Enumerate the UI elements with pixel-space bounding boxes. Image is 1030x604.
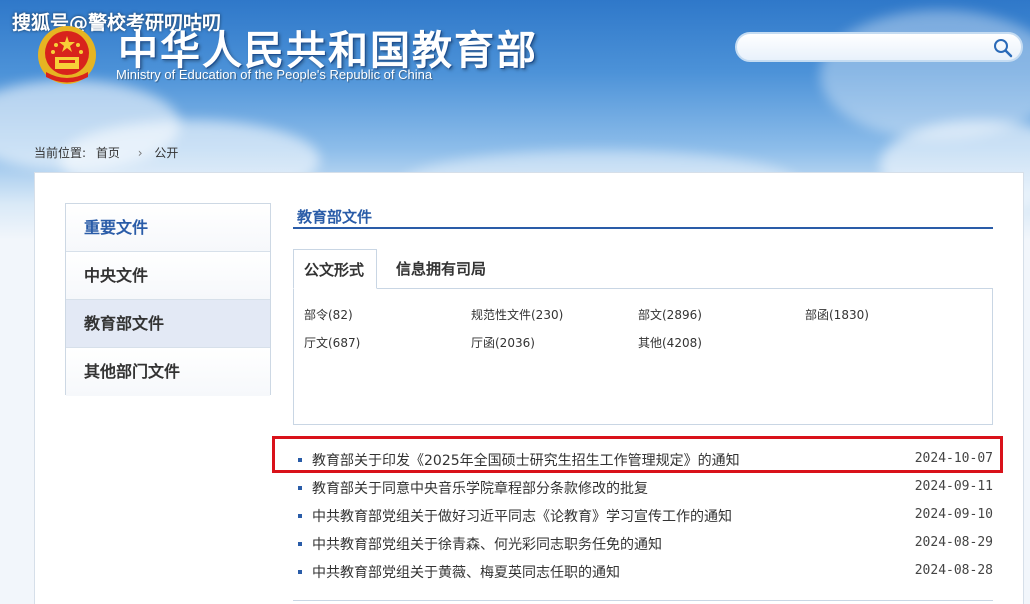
sidebar-item-important-documents[interactable]: 重要文件 [66,204,270,252]
breadcrumb-current: 公开 [154,146,179,160]
filter-link[interactable]: 厅文(687) [304,334,360,351]
filter-link[interactable]: 部文(2896) [638,306,702,323]
sidebar-item-central-documents[interactable]: 中央文件 [66,252,270,300]
chevron-right-icon: › [137,146,143,160]
document-title-link[interactable]: 中共教育部党组关于做好习近平同志《论教育》学习宣传工作的通知 [312,506,732,526]
search-icon[interactable] [993,38,1013,58]
document-row: 中共教育部党组关于徐青森、何光彩同志职务任免的通知 2024-08-29 [297,533,993,555]
document-date: 2024-09-10 [914,507,993,522]
breadcrumb-home-link[interactable]: 首页 [96,146,120,160]
national-emblem-icon [38,26,96,84]
document-title-link[interactable]: 教育部关于同意中央音乐学院章程部分条款修改的批复 [312,478,648,498]
filter-box: 部令(82) 规范性文件(230) 部文(2896) 部函(1830) 厅文(6… [293,288,993,425]
tab-responsible-department[interactable]: 信息拥有司局 [386,249,506,289]
filter-link[interactable]: 部令(82) [304,306,353,323]
document-date: 2024-08-28 [914,563,993,578]
filter-link[interactable]: 规范性文件(230) [471,306,563,323]
bullet-icon [298,570,302,574]
highlight-box [272,436,1003,473]
tab-document-form[interactable]: 公文形式 [293,249,377,289]
breadcrumb: 当前位置: 首页 › 公开 [34,144,184,161]
sidebar-item-other-department-documents[interactable]: 其他部门文件 [66,348,270,396]
search-input[interactable] [749,37,989,57]
document-row: 中共教育部党组关于黄薇、梅夏英同志任职的通知 2024-08-28 [297,561,993,583]
sidebar: 重要文件 中央文件 教育部文件 其他部门文件 [65,203,271,396]
breadcrumb-label: 当前位置: [34,146,87,160]
search-box[interactable] [735,32,1023,62]
document-date: 2024-08-29 [914,535,993,550]
site-subtitle: Ministry of Education of the People's Re… [116,67,433,82]
filter-link[interactable]: 部函(1830) [805,306,869,323]
sidebar-item-ministry-documents[interactable]: 教育部文件 [66,300,270,348]
list-divider [293,600,993,601]
section-title: 教育部文件 [297,208,373,226]
document-date: 2024-09-11 [914,479,993,494]
filter-link[interactable]: 其他(4208) [638,334,702,351]
section-divider [293,227,993,229]
document-row: 中共教育部党组关于做好习近平同志《论教育》学习宣传工作的通知 2024-09-1… [297,505,993,527]
document-title-link[interactable]: 中共教育部党组关于黄薇、梅夏英同志任职的通知 [312,562,620,582]
bullet-icon [298,486,302,490]
bullet-icon [298,514,302,518]
document-title-link[interactable]: 中共教育部党组关于徐青森、何光彩同志职务任免的通知 [312,534,662,554]
filter-link[interactable]: 厅函(2036) [471,334,535,351]
bullet-icon [298,542,302,546]
document-row: 教育部关于同意中央音乐学院章程部分条款修改的批复 2024-09-11 [297,477,993,499]
